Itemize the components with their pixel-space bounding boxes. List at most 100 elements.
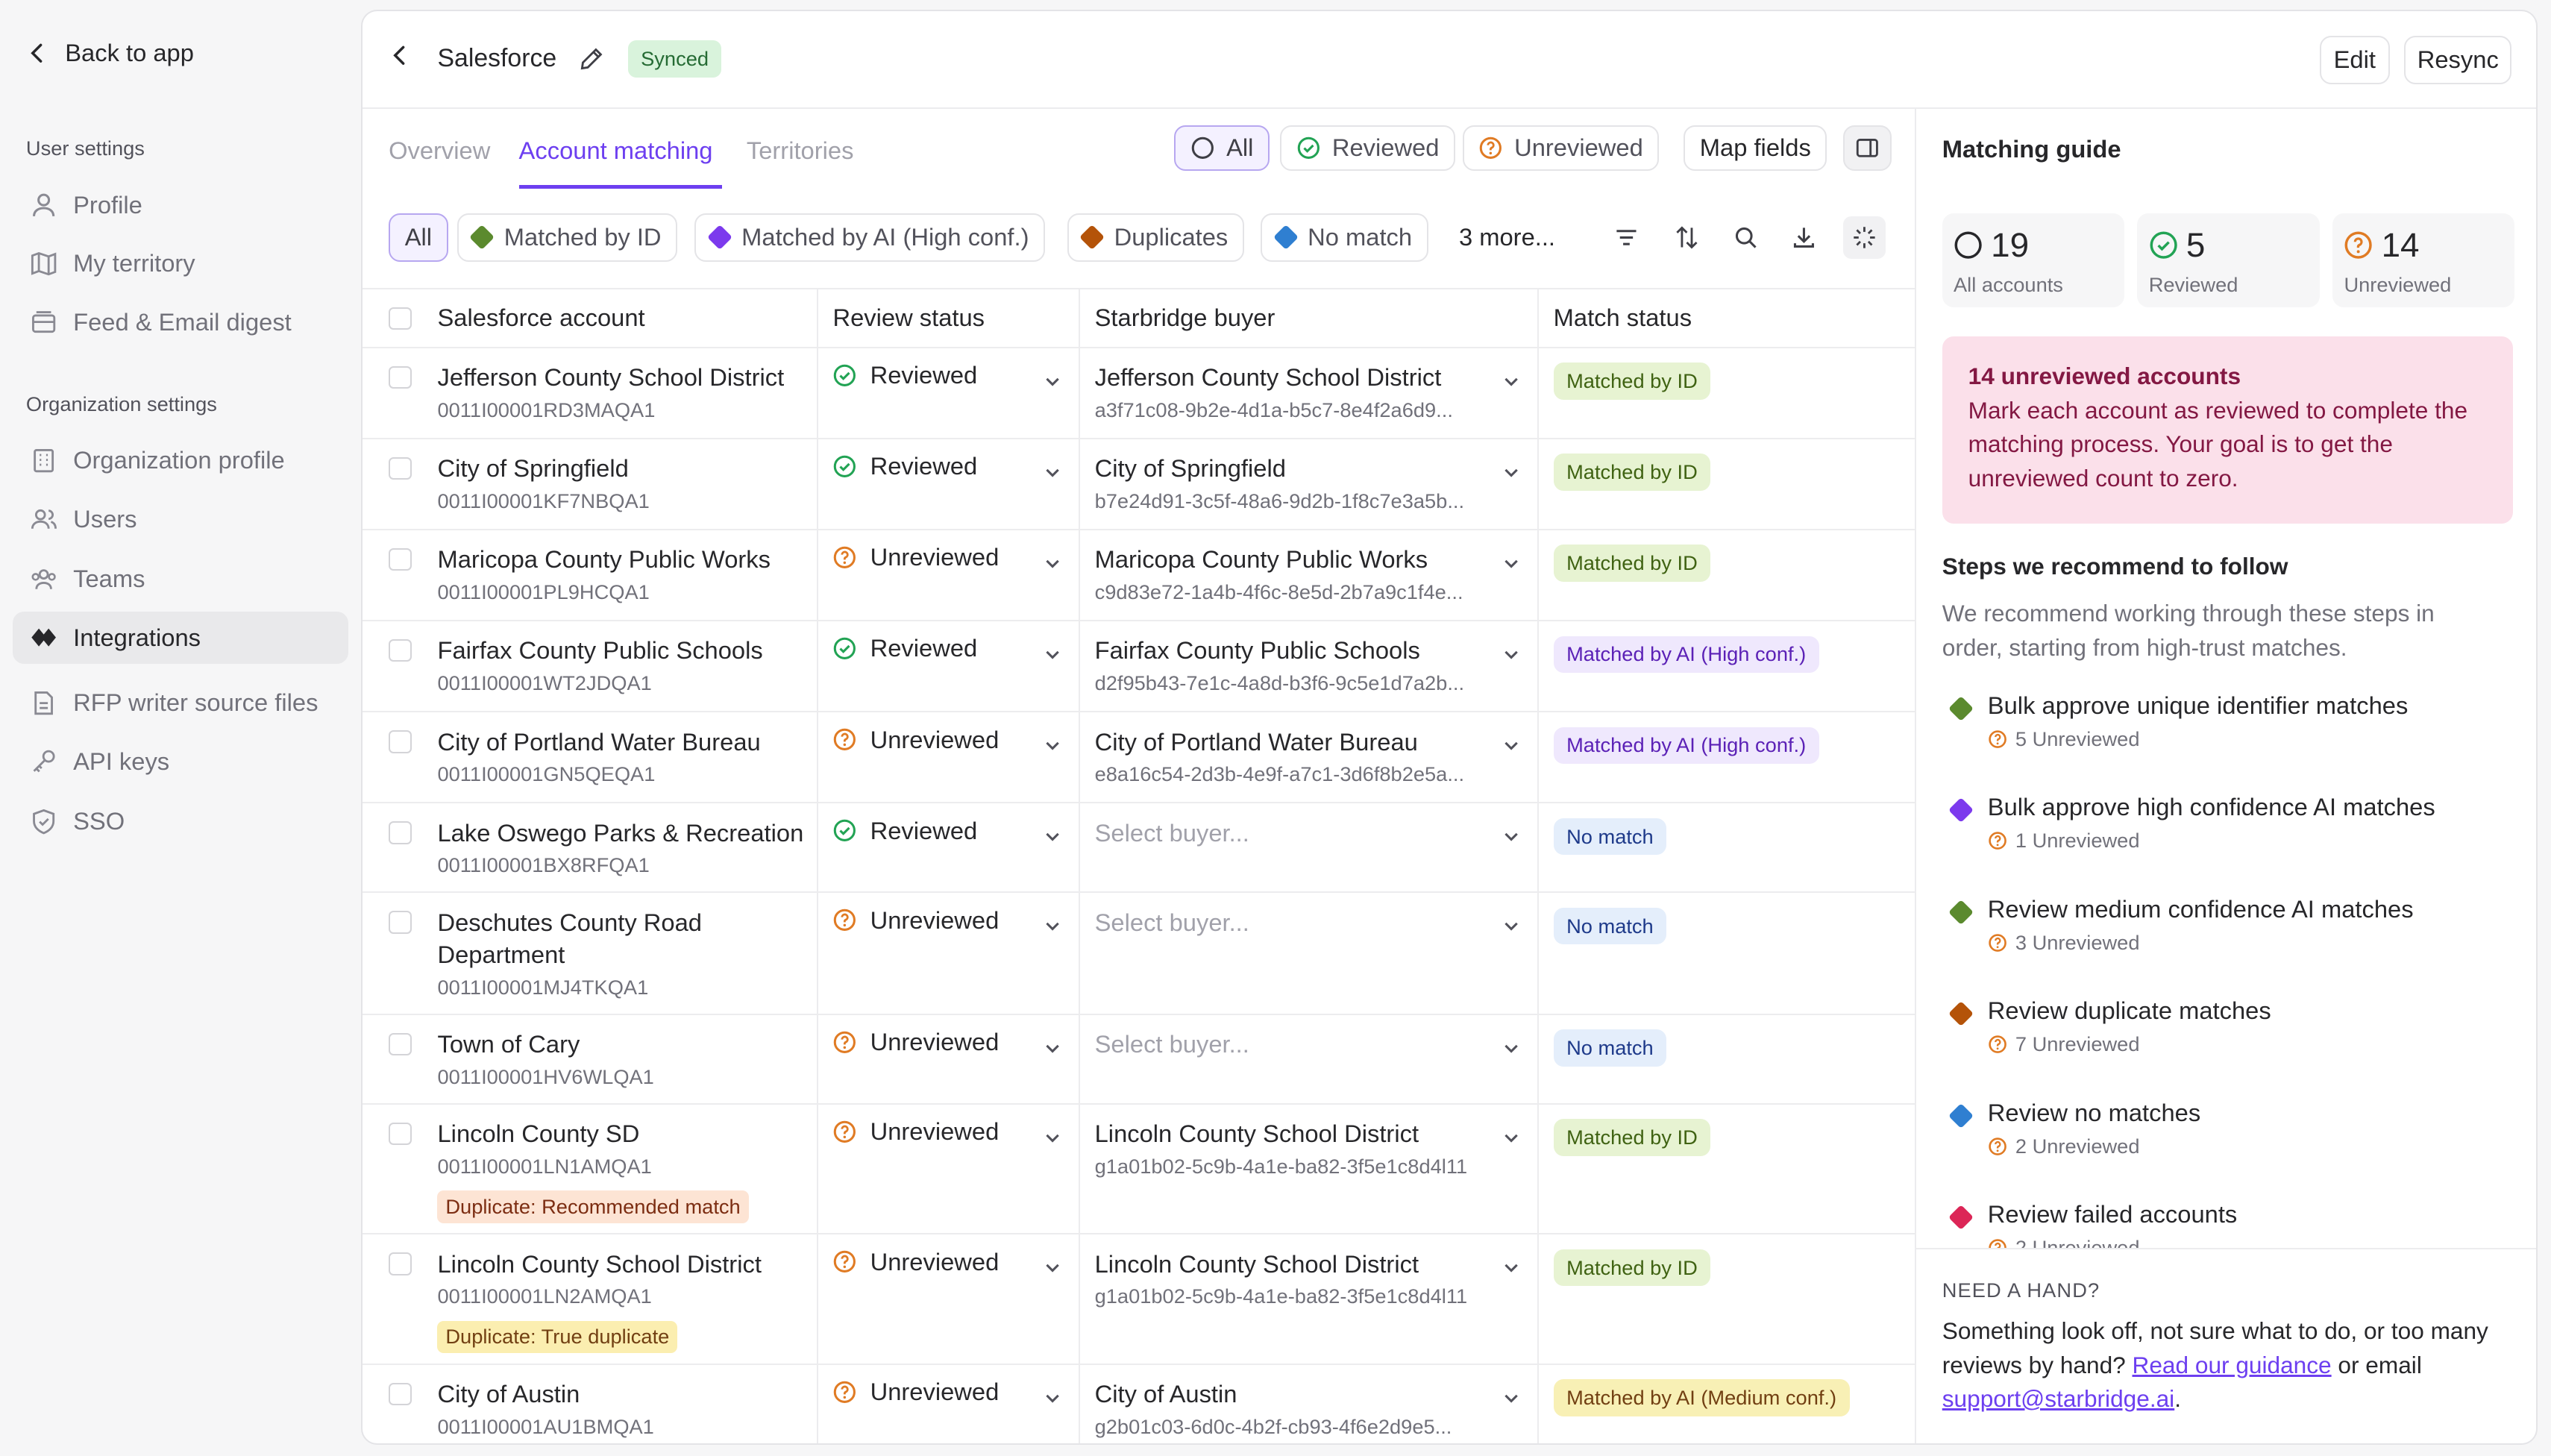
starbridge-buyer-select[interactable]: Select buyer... (1095, 817, 1493, 850)
select-all-checkbox[interactable] (389, 307, 412, 330)
chevron-down-icon[interactable] (1043, 551, 1062, 571)
resync-button[interactable]: Resync (2404, 35, 2512, 85)
pencil-icon[interactable] (579, 46, 605, 72)
chip-matched-by-id[interactable]: Matched by ID (456, 213, 678, 262)
sidebar-item-teams[interactable]: Teams (13, 553, 348, 606)
chevron-down-icon[interactable] (1502, 369, 1521, 389)
sidebar-item-api-keys[interactable]: API keys (13, 735, 348, 788)
table-row[interactable]: Lincoln County SD 0011I00001LN1AMQA1 Dup… (363, 1105, 1917, 1235)
chevron-down-icon[interactable] (1043, 1036, 1062, 1055)
table-row[interactable]: Maricopa County Public Works 0011I00001P… (363, 530, 1917, 621)
tab-territories[interactable]: Territories (747, 136, 854, 165)
filter-all-button[interactable]: All (1174, 125, 1270, 171)
row-checkbox[interactable] (389, 1252, 412, 1275)
review-status-dropdown[interactable]: Unreviewed (832, 1028, 1068, 1056)
sidebar-item-organization-profile[interactable]: Organization profile (13, 434, 348, 486)
sidebar-item-sso[interactable]: SSO (13, 796, 348, 848)
sidebar-item-integrations[interactable]: Integrations (13, 612, 348, 664)
row-checkbox[interactable] (389, 1382, 412, 1406)
map-fields-button[interactable]: Map fields (1684, 125, 1827, 171)
edit-button[interactable]: Edit (2319, 35, 2390, 85)
tab-account-matching[interactable]: Account matching (519, 136, 713, 165)
chevron-down-icon[interactable] (1043, 914, 1062, 934)
review-status-dropdown[interactable]: Unreviewed (832, 1378, 1068, 1406)
review-status-dropdown[interactable]: Reviewed (832, 452, 1068, 480)
review-status-dropdown[interactable]: Unreviewed (832, 1248, 1068, 1276)
table-row[interactable]: Deschutes County Road Department 0011I00… (363, 893, 1917, 1015)
chip-matched-by-ai-high[interactable]: Matched by AI (High conf.) (694, 213, 1046, 262)
table-row[interactable]: Lake Oswego Parks & Recreation 0011I0000… (363, 803, 1917, 894)
starbridge-buyer-select[interactable]: Fairfax County Public Schools d2f95b43-7… (1095, 634, 1493, 697)
chevron-down-icon[interactable] (1043, 825, 1062, 844)
filter-button[interactable] (1605, 216, 1648, 259)
chevron-down-icon[interactable] (1043, 733, 1062, 753)
support-email-link[interactable]: support@starbridge.ai (1942, 1385, 2174, 1412)
back-to-app-link[interactable]: Back to app (26, 39, 194, 67)
toggle-panel-button[interactable] (1842, 125, 1892, 171)
chevron-down-icon[interactable] (1502, 825, 1521, 844)
chevron-down-icon[interactable] (1043, 1386, 1062, 1405)
table-row[interactable]: Jefferson County School District 0011I00… (363, 348, 1917, 439)
table-row[interactable]: City of Austin 0011I00001AU1BMQA1 Unrevi… (363, 1365, 1916, 1443)
sidebar-item-my-territory[interactable]: My territory (13, 237, 348, 289)
review-status-dropdown[interactable]: Reviewed (832, 361, 1068, 389)
chevron-down-icon[interactable] (1502, 1386, 1521, 1405)
table-row[interactable]: Fairfax County Public Schools 0011I00001… (363, 621, 1917, 713)
row-checkbox[interactable] (389, 730, 412, 753)
row-checkbox[interactable] (389, 1122, 412, 1146)
tab-overview[interactable]: Overview (389, 136, 490, 165)
starbridge-buyer-select[interactable]: City of Springfield b7e24d91-3c5f-48a6-9… (1095, 452, 1493, 515)
starbridge-buyer-select[interactable]: Lincoln County School District g1a01b02-… (1095, 1248, 1493, 1311)
review-status-dropdown[interactable]: Unreviewed (832, 906, 1068, 935)
review-status-dropdown[interactable]: Reviewed (832, 634, 1068, 662)
review-status-dropdown[interactable]: Unreviewed (832, 726, 1068, 754)
chevron-down-icon[interactable] (1502, 1126, 1521, 1145)
starbridge-buyer-select[interactable]: City of Portland Water Bureau e8a16c54-2… (1095, 726, 1493, 789)
starbridge-buyer-select[interactable]: Jefferson County School District a3f71c0… (1095, 361, 1493, 424)
row-checkbox[interactable] (389, 911, 412, 934)
stat-unreviewed[interactable]: 14 Unreviewed (2332, 213, 2515, 307)
starbridge-buyer-select[interactable]: Select buyer... (1095, 906, 1493, 939)
table-row[interactable]: City of Portland Water Bureau 0011I00001… (363, 712, 1917, 804)
row-checkbox[interactable] (389, 456, 412, 480)
starbridge-buyer-select[interactable]: Maricopa County Public Works c9d83e72-1a… (1095, 543, 1493, 606)
sidebar-item-profile[interactable]: Profile (13, 179, 348, 231)
row-checkbox[interactable] (389, 638, 412, 662)
chevron-down-icon[interactable] (1502, 914, 1521, 934)
chevron-down-icon[interactable] (1043, 369, 1062, 389)
review-status-dropdown[interactable]: Unreviewed (832, 543, 1068, 571)
chevron-down-icon[interactable] (1502, 460, 1521, 480)
chevron-down-icon[interactable] (1502, 642, 1521, 662)
chevron-down-icon[interactable] (1043, 642, 1062, 662)
sidebar-item-users[interactable]: Users (13, 493, 348, 545)
sidebar-item-rfp-writer-source-files[interactable]: RFP writer source files (13, 677, 348, 729)
read-guidance-link[interactable]: Read our guidance (2133, 1352, 2332, 1378)
chevron-left-icon[interactable] (389, 44, 412, 67)
chevron-down-icon[interactable] (1043, 1256, 1062, 1275)
starbridge-buyer-select[interactable]: Lincoln County School District g1a01b02-… (1095, 1117, 1493, 1181)
table-row[interactable]: Lincoln County School District 0011I0000… (363, 1234, 1917, 1365)
table-row[interactable]: Town of Cary 0011I00001HV6WLQA1 Unreview… (363, 1015, 1917, 1105)
review-status-dropdown[interactable]: Unreviewed (832, 1117, 1068, 1146)
chevron-down-icon[interactable] (1043, 460, 1062, 480)
stat-all-accounts[interactable]: 19 All accounts (1942, 213, 2124, 307)
chip-all[interactable]: All (389, 213, 448, 262)
review-status-dropdown[interactable]: Reviewed (832, 817, 1068, 845)
chevron-down-icon[interactable] (1502, 733, 1521, 753)
starbridge-buyer-select[interactable]: Select buyer... (1095, 1028, 1493, 1061)
filter-reviewed-button[interactable]: Reviewed (1280, 125, 1456, 171)
chevron-down-icon[interactable] (1043, 1126, 1062, 1145)
stat-reviewed[interactable]: 5 Reviewed (2137, 213, 2320, 307)
search-button[interactable] (1725, 216, 1767, 259)
auto-match-button[interactable] (1842, 216, 1886, 259)
starbridge-buyer-select[interactable]: City of Austin g2b01c03-6d0c-4b2f-cb93-4… (1095, 1378, 1493, 1441)
download-button[interactable] (1783, 216, 1825, 259)
chevron-down-icon[interactable] (1502, 1036, 1521, 1055)
row-checkbox[interactable] (389, 365, 412, 389)
table-row[interactable]: City of Springfield 0011I00001KF7NBQA1 R… (363, 439, 1917, 530)
row-checkbox[interactable] (389, 547, 412, 571)
chip-no-match[interactable]: No match (1261, 213, 1428, 262)
chevron-down-icon[interactable] (1502, 1256, 1521, 1275)
sidebar-item-feed-email-digest[interactable]: Feed & Email digest (13, 296, 348, 348)
filter-unreviewed-button[interactable]: Unreviewed (1462, 125, 1660, 171)
